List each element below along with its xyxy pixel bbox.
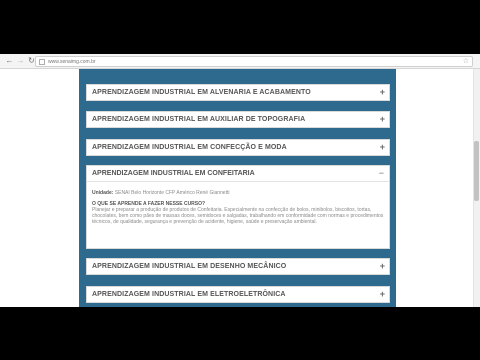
browser-toolbar: ← → ↻ www.senaimg.com.br ☆ bbox=[0, 54, 480, 69]
accordion-item-title: APRENDIZAGEM INDUSTRIAL EM AUXILIAR DE T… bbox=[92, 116, 306, 123]
accordion-item-body: Unidade: SENAI Belo Horizonte CFP Améric… bbox=[92, 190, 384, 225]
plus-icon[interactable]: + bbox=[380, 114, 385, 125]
accordion-item-title: APRENDIZAGEM INDUSTRIAL EM ELETROELETRÔN… bbox=[92, 291, 286, 298]
bookmark-star-icon[interactable]: ☆ bbox=[463, 58, 469, 66]
url-text: www.senaimg.com.br bbox=[48, 58, 96, 65]
plus-icon[interactable]: + bbox=[380, 87, 385, 98]
accordion-item[interactable]: APRENDIZAGEM INDUSTRIAL EM ELETROELETRÔN… bbox=[86, 286, 390, 303]
accordion-item-title: APRENDIZAGEM INDUSTRIAL EM DESENHO MECÂN… bbox=[92, 263, 287, 270]
minus-icon[interactable]: − bbox=[379, 167, 384, 179]
accordion-item-title: APRENDIZAGEM INDUSTRIAL EM CONFEITARIA bbox=[92, 170, 255, 177]
page-scrollbar[interactable] bbox=[473, 69, 480, 307]
browser-window: ← → ↻ www.senaimg.com.br ☆ APRENDIZAGEM … bbox=[0, 54, 480, 307]
unit-line: Unidade: SENAI Belo Horizonte CFP Améric… bbox=[92, 190, 384, 196]
unit-label: Unidade: bbox=[92, 190, 114, 196]
plus-icon[interactable]: + bbox=[380, 289, 385, 300]
forward-arrow-icon[interactable]: → bbox=[16, 56, 25, 67]
plus-icon[interactable]: + bbox=[380, 142, 385, 153]
course-description: Planejar e preparar a produção de produt… bbox=[92, 207, 384, 225]
accordion-item-title: APRENDIZAGEM INDUSTRIAL EM CONFECÇÃO E M… bbox=[92, 144, 287, 151]
accordion-item-title: APRENDIZAGEM INDUSTRIAL EM ALVENARIA E A… bbox=[92, 89, 311, 96]
accordion-item-expanded: APRENDIZAGEM INDUSTRIAL EM CONFEITARIA −… bbox=[86, 165, 390, 249]
accordion-item[interactable]: APRENDIZAGEM INDUSTRIAL EM AUXILIAR DE T… bbox=[86, 111, 390, 128]
page-icon bbox=[38, 58, 46, 66]
back-arrow-icon[interactable]: ← bbox=[5, 56, 14, 67]
unit-value: SENAI Belo Horizonte CFP Américo René Gi… bbox=[114, 190, 230, 196]
accordion-item-header[interactable]: APRENDIZAGEM INDUSTRIAL EM CONFEITARIA − bbox=[87, 166, 389, 182]
accordion-item[interactable]: APRENDIZAGEM INDUSTRIAL EM CONFECÇÃO E M… bbox=[86, 139, 390, 156]
scrollbar-thumb[interactable] bbox=[474, 141, 479, 201]
address-bar[interactable]: www.senaimg.com.br ☆ bbox=[35, 56, 473, 67]
plus-icon[interactable]: + bbox=[380, 261, 385, 272]
accordion-item[interactable]: APRENDIZAGEM INDUSTRIAL EM ALVENARIA E A… bbox=[86, 84, 390, 101]
accordion-item[interactable]: APRENDIZAGEM INDUSTRIAL EM DESENHO MECÂN… bbox=[86, 258, 390, 275]
